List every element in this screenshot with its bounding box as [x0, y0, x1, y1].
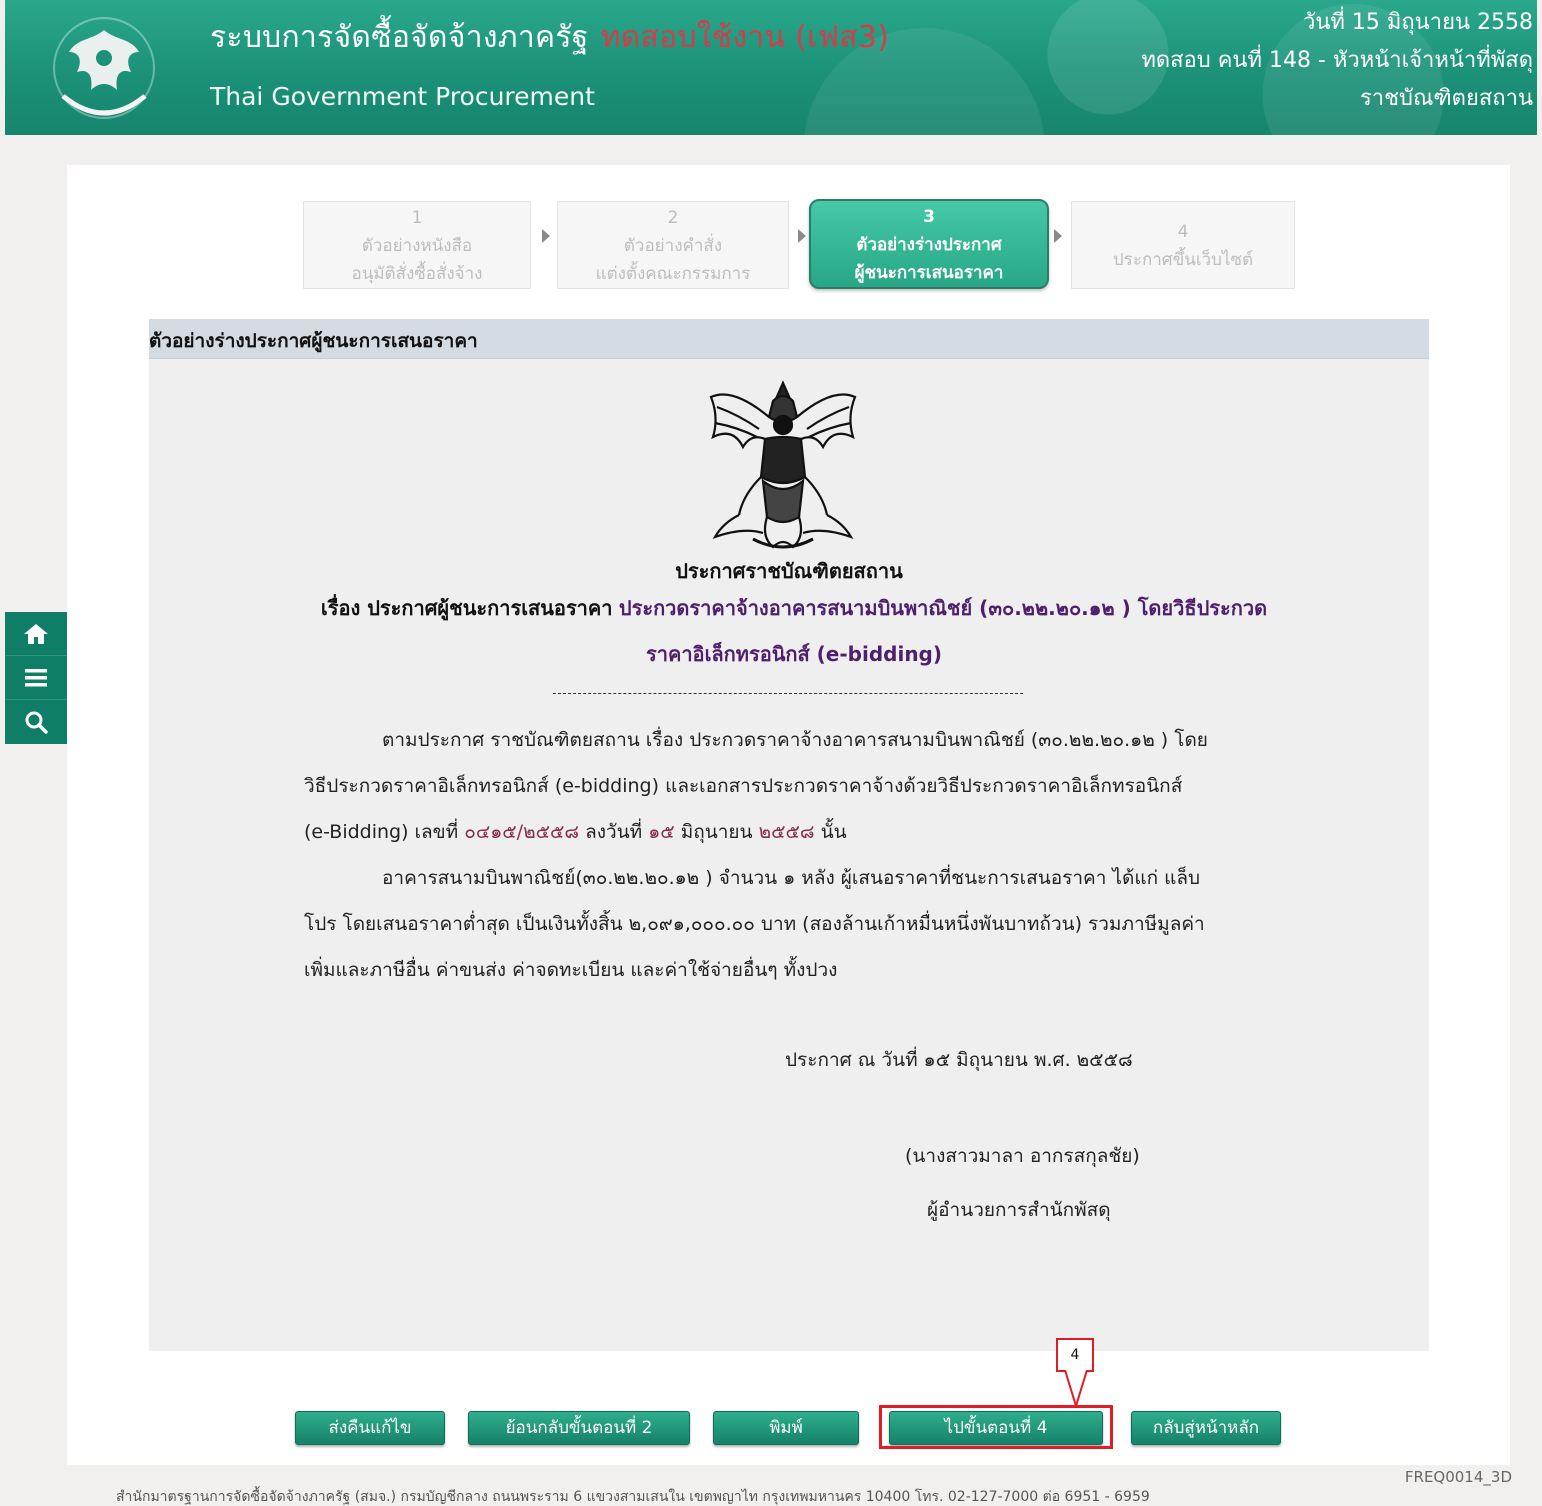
home-button[interactable]	[5, 612, 67, 656]
home-icon	[24, 623, 48, 644]
step-4[interactable]: 4 ประกาศขึ้นเว็บไซต์	[1071, 201, 1295, 289]
para1-line3-month: มิถุนายน	[680, 821, 753, 843]
print-button[interactable]: พิมพ์	[713, 1411, 859, 1445]
step-3-active[interactable]: 3 ตัวอย่างร่างประกาศ ผู้ชนะการเสนอราคา	[809, 199, 1049, 289]
current-date: วันที่ 15 มิถุนายน 2558	[1302, 10, 1533, 35]
side-nav	[5, 612, 67, 744]
agency-name: ราชบัณฑิตยสถาน	[1359, 86, 1533, 111]
step-2-number: 2	[667, 208, 679, 228]
callout-pointer-icon	[1064, 1370, 1088, 1407]
comptroller-logo-icon	[53, 17, 155, 119]
doc-day: ๑๕	[648, 821, 675, 843]
doc-number: ๐๔๑๕/๒๕๕๘	[464, 821, 580, 843]
announcement-subject: เรื่อง ประกาศผู้ชนะการเสนอราคา ประกวดราค…	[304, 585, 1284, 677]
announcement-paragraph-1: ตามประกาศ ราชบัณฑิตยสถาน เรื่อง ประกวดรา…	[304, 717, 1274, 855]
highlight-box	[879, 1405, 1113, 1449]
garuda-emblem-icon	[709, 380, 857, 549]
search-icon	[25, 711, 48, 734]
system-title-text: ระบบการจัดซื้อจัดจ้างภาครัฐ	[210, 20, 589, 55]
step-4-number: 4	[1177, 222, 1189, 242]
step-3-number: 3	[923, 207, 935, 227]
back-step2-button[interactable]: ย้อนกลับขั้นตอนที่ 2	[468, 1411, 690, 1445]
announcement-paragraph-2: อาคารสนามบินพาณิชย์(๓๐.๒๒.๒๐.๑๒ ) จำนวน …	[304, 855, 1274, 993]
announcement-date: ประกาศ ณ วันที่ ๑๕ มิถุนายน พ.ศ. ๒๕๕๘	[785, 1049, 1133, 1071]
para1-line3-pre: (e-Bidding) เลขที่	[304, 821, 459, 843]
signer-position: ผู้อำนวยการสำนักพัสดุ	[927, 1199, 1111, 1221]
step-2-line2: แต่งตั้งคณะกรรมการ	[595, 264, 751, 284]
step-3-line1: ตัวอย่างร่างประกาศ	[856, 235, 1002, 255]
signer-name: (นางสาวมาลา อากรสกุลชัย)	[905, 1145, 1140, 1167]
section-title: ตัวอย่างร่างประกาศผู้ชนะการเสนอราคา	[149, 319, 1429, 359]
step-1-line1: ตัวอย่างหนังสือ	[361, 236, 473, 256]
return-edit-button[interactable]: ส่งคืนแก้ไข	[295, 1411, 445, 1445]
step-1[interactable]: 1 ตัวอย่างหนังสือ อนุมัติสั่งซื้อสั่งจ้า…	[303, 201, 531, 289]
step-2[interactable]: 2 ตัวอย่างคำสั่ง แต่งตั้งคณะกรรมการ	[557, 201, 789, 289]
back-home-button[interactable]: กลับสู่หน้าหลัก	[1131, 1411, 1281, 1445]
step-1-line2: อนุมัติสั่งซื้อสั่งจ้าง	[351, 264, 483, 284]
menu-button[interactable]	[5, 656, 67, 700]
system-subtitle: Thai Government Procurement	[210, 82, 595, 111]
search-button[interactable]	[5, 700, 67, 744]
page-code: FREQ0014_3D	[1404, 1468, 1512, 1486]
para1-line2: วิธีประกวดราคาอิเล็กทรอนิกส์ (e-bidding)…	[304, 775, 1183, 797]
step-3-line2: ผู้ชนะการเสนอราคา	[854, 263, 1004, 283]
divider	[553, 693, 1023, 694]
para1-line3-mid: ลงวันที่	[585, 821, 643, 843]
subject-line2: ราคาอิเล็กทรอนิกส์ (e-bidding)	[645, 642, 943, 666]
subject-project: ประกวดราคาจ้างอาคารสนามบินพาณิชย์ (๓๐.๒๒…	[618, 596, 1268, 620]
para2-line1: อาคารสนามบินพาณิชย์(๓๐.๒๒.๒๐.๑๒ ) จำนวน …	[382, 867, 1201, 889]
step-1-number: 1	[411, 208, 423, 228]
para2-line3: เพิ่มและภาษีอื่น ค่าขนส่ง ค่าจดทะเบียน แ…	[304, 959, 838, 981]
step-arrow-icon	[1054, 229, 1062, 243]
step-callout: 4	[1056, 1338, 1094, 1372]
system-title: ระบบการจัดซื้อจัดจ้างภาครัฐ ทดสอบใช้งาน (…	[210, 14, 889, 61]
step-4-line1: ประกาศขึ้นเว็บไซต์	[1112, 250, 1254, 270]
footer-address: สำนักมาตรฐานการจัดซื้อจัดจ้างภาครัฐ (สมจ…	[116, 1489, 1150, 1505]
announcement-title: ประกาศราชบัณฑิตยสถาน	[675, 559, 903, 583]
para2-line2: โปร โดยเสนอราคาต่ำสุด เป็นเงินทั้งสิ้น ๒…	[304, 913, 1205, 935]
para1-line1: ตามประกาศ ราชบัณฑิตยสถาน เรื่อง ประกวดรา…	[382, 729, 1208, 751]
step-arrow-icon	[542, 229, 550, 243]
user-name: ทดสอบ คนที่ 148 - หัวหน้าเจ้าหน้าที่พัสด…	[1141, 48, 1533, 73]
para1-line3-end: นั้น	[820, 821, 847, 843]
menu-icon	[25, 668, 47, 686]
announcement-document: ตัวอย่างร่างประกาศผู้ชนะการเสนอราคา ประก…	[149, 319, 1429, 1351]
step-2-line1: ตัวอย่างคำสั่ง	[623, 236, 723, 256]
step-arrow-icon	[798, 229, 806, 243]
trial-label: ทดสอบใช้งาน (เฟส3)	[600, 20, 890, 55]
header-banner: ระบบการจัดซื้อจัดจ้างภาครัฐ ทดสอบใช้งาน (…	[5, 0, 1537, 135]
subject-prefix: เรื่อง ประกาศผู้ชนะการเสนอราคา	[320, 596, 613, 620]
main-panel: 1 ตัวอย่างหนังสือ อนุมัติสั่งซื้อสั่งจ้า…	[67, 165, 1510, 1465]
doc-year: ๒๕๕๘	[758, 821, 815, 843]
user-info: วันที่ 15 มิถุนายน 2558 ทดสอบ คนที่ 148 …	[1141, 4, 1533, 118]
